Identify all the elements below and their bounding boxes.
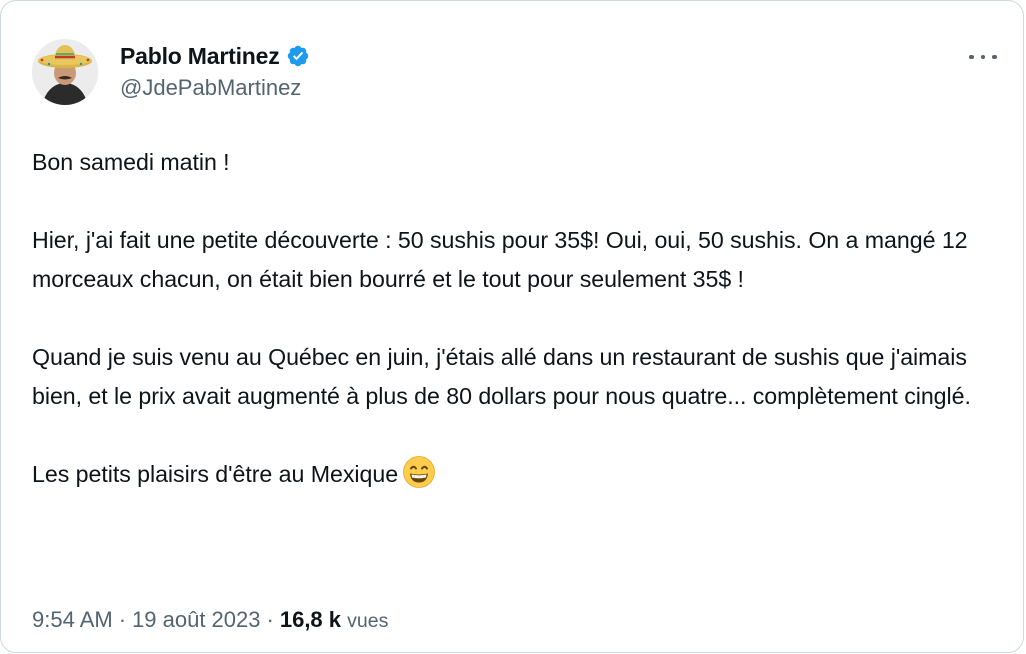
- more-dot: [969, 54, 974, 60]
- verified-badge-icon[interactable]: [286, 44, 310, 68]
- tweet-date: 19 août 2023: [132, 607, 261, 632]
- tweet-meta: 9:54 AM · 19 août 2023 · 16,8 k vues: [32, 607, 388, 633]
- views-count[interactable]: 16,8 k: [280, 607, 341, 632]
- meta-separator: ·: [118, 607, 127, 632]
- tweet-card: Pablo Martinez @JdePabMartinez Bon samed…: [0, 0, 1024, 653]
- name-row: Pablo Martinez: [120, 41, 310, 71]
- views-label: vues: [347, 610, 389, 632]
- display-name[interactable]: Pablo Martinez: [120, 43, 280, 70]
- grinning-face-with-smiling-eyes-icon: [402, 455, 436, 489]
- tweet-paragraph: Bon samedi matin !: [32, 149, 230, 175]
- tweet-paragraph: Quand je suis venu au Québec en juin, j'…: [32, 344, 971, 409]
- tweet-header: Pablo Martinez @JdePabMartinez: [32, 39, 1003, 109]
- tweet-text: Bon samedi matin ! Hier, j'ai fait une p…: [32, 143, 992, 494]
- more-horizontal-icon[interactable]: [969, 47, 997, 67]
- tweet-timestamp-link[interactable]: 9:54 AM · 19 août 2023: [32, 607, 261, 632]
- author-handle[interactable]: @JdePabMartinez: [120, 75, 310, 101]
- tweet-paragraph-last: Les petits plaisirs d'être au Mexique: [32, 455, 992, 494]
- avatar[interactable]: [32, 39, 98, 105]
- meta-separator: ·: [266, 607, 274, 632]
- avatar-image: [32, 39, 98, 105]
- more-dot: [992, 54, 997, 60]
- more-dot: [980, 54, 986, 60]
- author-names: Pablo Martinez @JdePabMartinez: [120, 41, 310, 101]
- tweet-paragraph-text: Les petits plaisirs d'être au Mexique: [32, 461, 399, 487]
- tweet-paragraph: Hier, j'ai fait une petite découverte : …: [32, 227, 968, 292]
- tweet-time: 9:54 AM: [32, 607, 113, 632]
